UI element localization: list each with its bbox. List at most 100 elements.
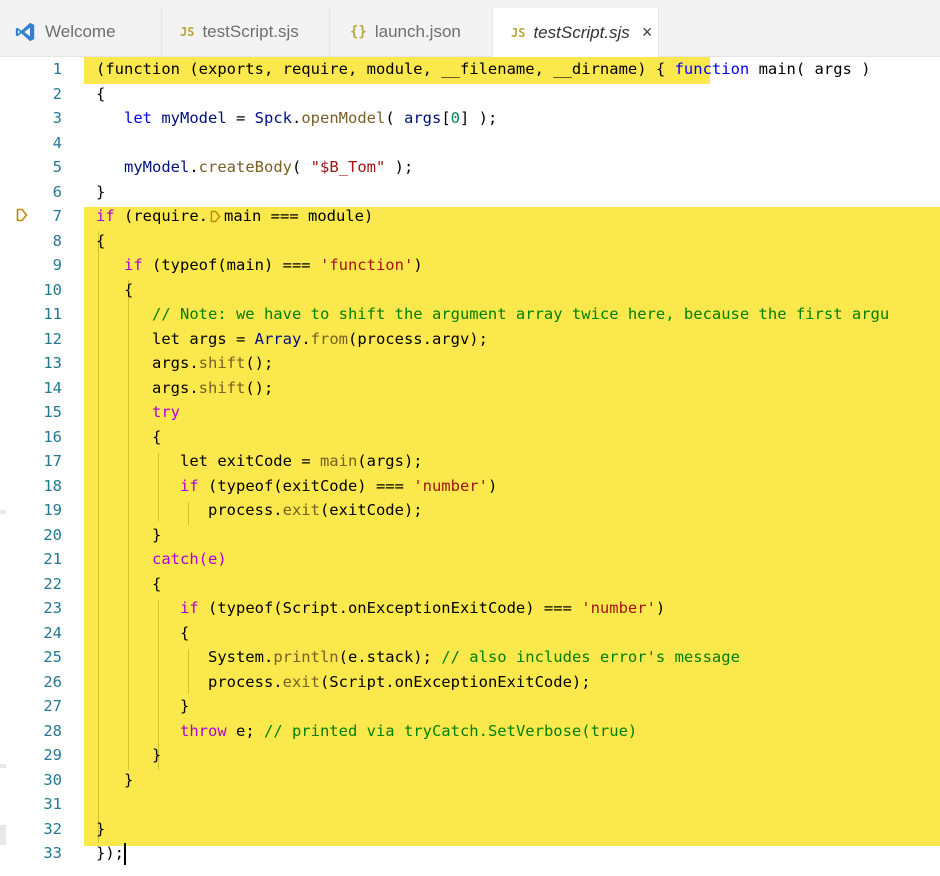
line-number: 9	[52, 256, 62, 274]
code-token: ] );	[460, 109, 498, 127]
line-number: 16	[43, 427, 62, 446]
tab-testscript-1[interactable]: JS testScript.sjs	[162, 8, 330, 56]
code-token: main	[319, 452, 358, 470]
code-token: {	[96, 280, 134, 299]
code-token: 0	[450, 109, 461, 127]
code-line-20: }	[96, 523, 161, 548]
code-token: (e.stack);	[338, 648, 442, 666]
code-line-1: (function (exports, require, module, __f…	[96, 57, 871, 82]
tab-testscript-active[interactable]: JS testScript.sjs ×	[493, 8, 659, 57]
code-line-13: args.shift();	[96, 351, 273, 376]
code-line-23: if (typeof(Script.onExceptionExitCode) =…	[96, 596, 665, 621]
code-token: )	[487, 476, 498, 495]
tab-label: testScript.sjs	[533, 22, 630, 42]
line-number: 13	[43, 354, 62, 372]
line-number: 20	[43, 525, 62, 544]
code-token: [	[441, 109, 451, 127]
code-token: (Script.onExceptionExitCode);	[319, 672, 591, 691]
code-comment: // also includes error's message	[441, 648, 740, 666]
code-token: (typeof(main) ===	[142, 256, 320, 274]
code-token: main === module)	[224, 207, 374, 225]
line-number: 19	[43, 501, 62, 519]
code-line-7: if (require. main === module)	[96, 204, 373, 229]
code-comment: // Note: we have to shift the argument a…	[96, 305, 890, 323]
code-line-33: });	[96, 841, 124, 866]
close-icon[interactable]: ×	[642, 22, 653, 43]
inline-breakpoint-icon[interactable]	[210, 210, 221, 223]
code-token: shift	[198, 378, 246, 397]
line-number: 22	[43, 574, 62, 593]
line-number: 21	[43, 550, 62, 568]
code-token: 'number'	[581, 599, 656, 617]
line-number: 2	[52, 84, 62, 103]
editor-tab-bar: Welcome JS testScript.sjs {} launch.json…	[0, 0, 940, 57]
line-number: 4	[52, 133, 62, 152]
code-token: (process.argv);	[347, 329, 488, 348]
code-token: }	[96, 746, 162, 764]
code-line-5: myModel.createBody( "$B_Tom" );	[96, 155, 413, 180]
line-number: 32	[43, 819, 62, 838]
code-token: Array	[254, 329, 302, 348]
code-token: );	[385, 158, 414, 176]
code-token: "$B_Tom"	[310, 158, 386, 176]
code-token: let exitCode =	[96, 452, 320, 470]
line-number: 33	[43, 844, 62, 862]
code-line-11: // Note: we have to shift the argument a…	[96, 302, 889, 327]
code-token: let args =	[96, 329, 255, 348]
code-line-3: let myModel = Spck.openModel( args[0] );	[96, 106, 497, 131]
tab-welcome[interactable]: Welcome	[0, 8, 162, 56]
code-line-17: let exitCode = main(args);	[96, 449, 423, 474]
line-number: 23	[43, 599, 62, 617]
code-token: }	[96, 819, 106, 838]
code-token: e;	[226, 721, 264, 740]
code-token: {	[96, 427, 162, 446]
code-token: if	[96, 256, 143, 274]
code-line-28: throw e; // printed via tryCatch.SetVerb…	[96, 719, 637, 744]
code-token: args	[404, 109, 442, 127]
code-token: (typeof(exitCode) ===	[198, 476, 414, 495]
code-token: process.	[96, 672, 283, 691]
code-token: Spck	[254, 109, 292, 127]
code-line-2: {	[96, 82, 105, 107]
code-token: ();	[245, 354, 274, 372]
tab-launch-json[interactable]: {} launch.json	[330, 8, 493, 56]
code-token: function	[674, 60, 750, 78]
code-line-26: process.exit(Script.onExceptionExitCode)…	[96, 670, 591, 695]
code-token: if	[96, 599, 199, 617]
code-token: (args);	[357, 452, 423, 470]
line-number: 14	[43, 378, 62, 397]
code-line-15: try	[96, 400, 180, 425]
code-token: args.	[96, 354, 199, 372]
code-token: try	[96, 403, 180, 421]
code-token: {	[96, 231, 106, 250]
code-token: throw	[96, 721, 227, 740]
code-token: .	[189, 158, 199, 176]
code-token: createBody	[198, 158, 292, 176]
code-token: let	[96, 109, 152, 127]
code-token: myModel	[152, 109, 227, 127]
line-number: 1	[52, 60, 62, 78]
code-token: 'number'	[413, 476, 488, 495]
code-token: }	[96, 182, 106, 201]
tab-label: launch.json	[374, 22, 461, 41]
code-token: .	[291, 109, 302, 127]
line-number: 30	[43, 770, 62, 789]
code-token: (	[292, 158, 311, 176]
code-token: from	[310, 329, 348, 348]
code-token: shift	[198, 354, 246, 372]
code-editor[interactable]: 1 2 3 4 5 6 7 8 9 10 11 12 13 14 15 16 1…	[0, 57, 940, 876]
line-number: 24	[43, 623, 62, 642]
line-number: 15	[43, 403, 62, 421]
code-line-19: process.exit(exitCode);	[96, 498, 423, 523]
code-line-24: {	[96, 621, 189, 646]
code-token: exit	[282, 501, 320, 519]
code-token: ();	[245, 378, 274, 397]
code-token: (typeof(Script.onExceptionExitCode) ===	[198, 599, 582, 617]
code-token: main( args )	[749, 60, 871, 78]
line-number: 3	[52, 109, 62, 127]
code-line-22: {	[96, 572, 161, 597]
line-number: 27	[43, 697, 62, 715]
code-line-27: }	[96, 694, 189, 719]
line-number: 26	[43, 672, 62, 691]
tab-label: Welcome	[45, 22, 116, 41]
